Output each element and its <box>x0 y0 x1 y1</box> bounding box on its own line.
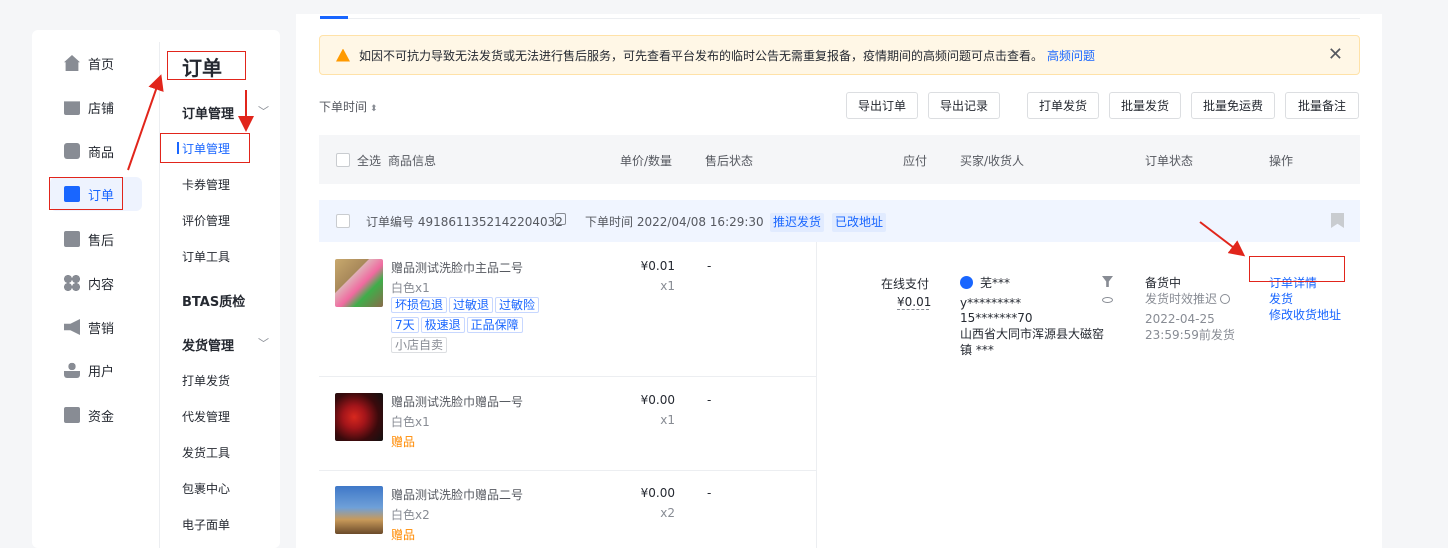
annotation-arrow <box>1199 221 1246 257</box>
annotation-arrow <box>127 74 164 171</box>
annotation-arrows <box>127 74 1246 257</box>
